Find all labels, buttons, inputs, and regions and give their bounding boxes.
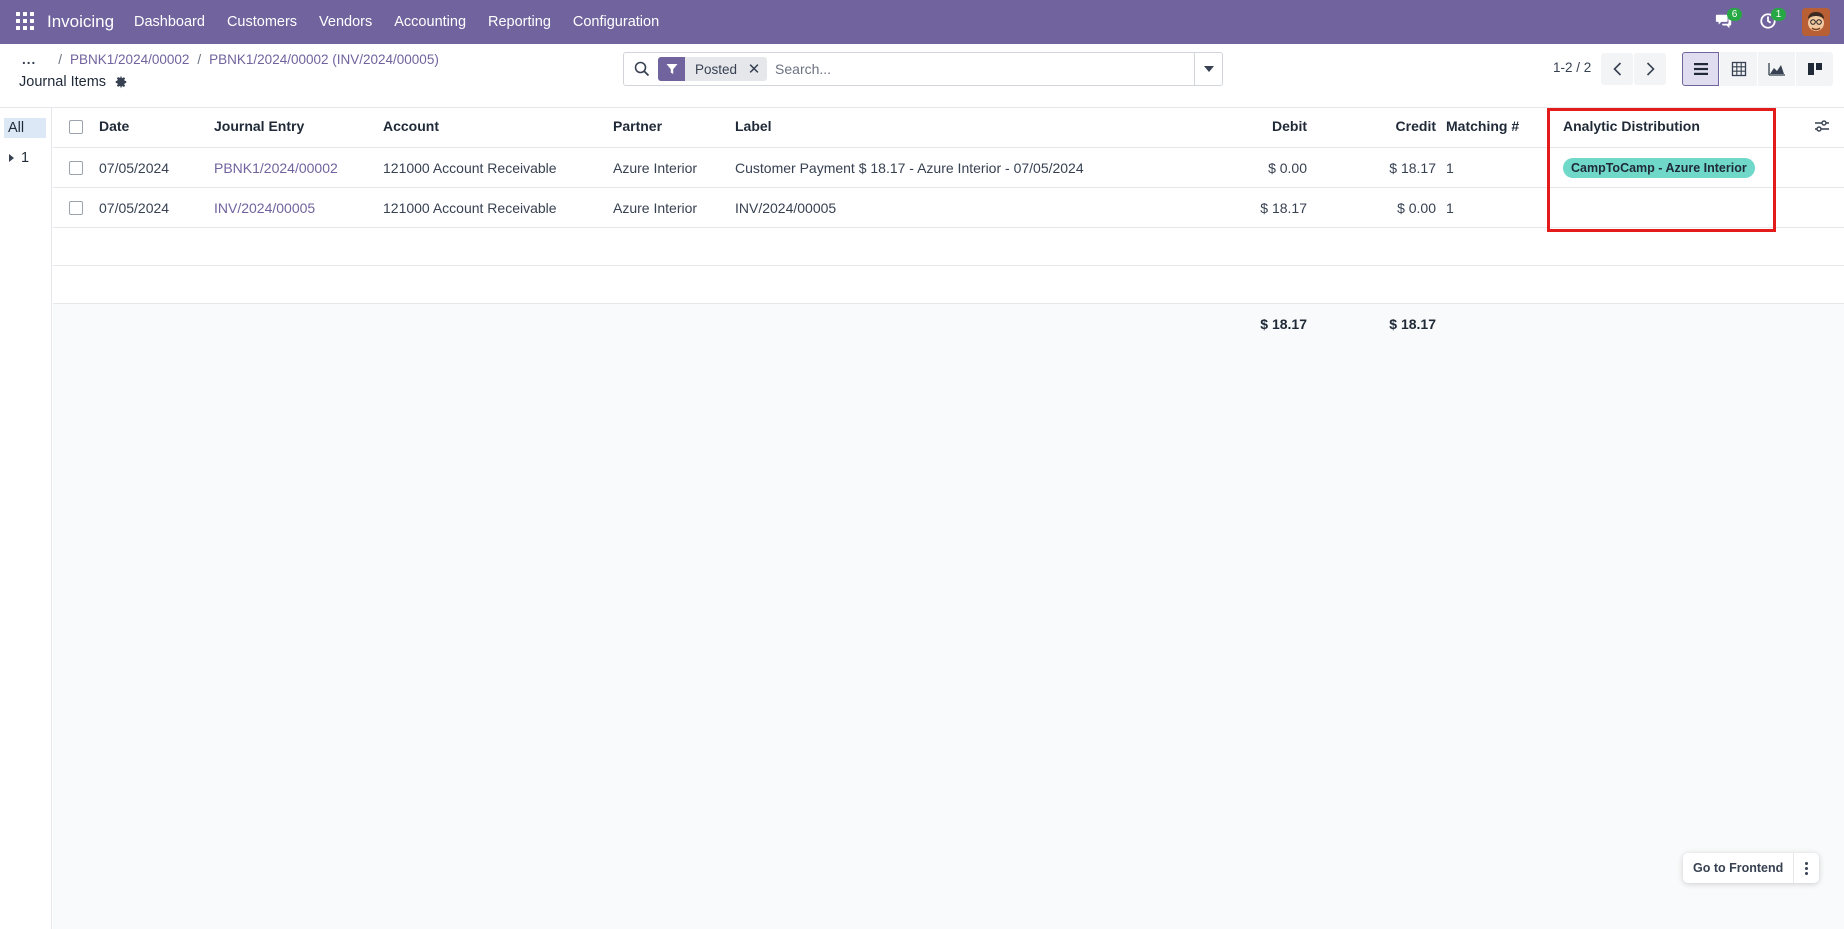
menu-item-accounting[interactable]: Accounting	[394, 14, 466, 30]
row-date: 07/05/2024	[99, 200, 170, 216]
activities-icon[interactable]: 1	[1759, 8, 1786, 32]
col-account-header[interactable]: Account	[383, 108, 439, 144]
kanban-view-button[interactable]	[1796, 52, 1833, 86]
analytic-distribution-tag[interactable]: CampToCamp - Azure Interior	[1563, 158, 1755, 178]
total-debit: $ 18.17	[1260, 316, 1307, 332]
area-chart-icon	[1767, 63, 1785, 76]
main-menu: Dashboard Customers Vendors Accounting R…	[134, 14, 681, 30]
row-journal-entry-link[interactable]: PBNK1/2024/00002	[214, 148, 338, 188]
menu-item-configuration[interactable]: Configuration	[573, 14, 659, 30]
go-to-frontend-widget: Go to Frontend	[1683, 853, 1820, 883]
kebab-menu-icon[interactable]	[1793, 853, 1819, 883]
breadcrumb-more[interactable]: ...	[22, 52, 36, 67]
breadcrumb-item-invoice[interactable]: PBNK1/2024/00002 (INV/2024/00005)	[209, 52, 439, 67]
row-credit: $ 18.17	[1389, 160, 1436, 176]
row-label: INV/2024/00005	[735, 200, 837, 216]
row-credit: $ 0.00	[1397, 200, 1436, 216]
side-panel-group-1[interactable]: 1	[9, 150, 29, 166]
kanban-icon	[1807, 63, 1822, 75]
pager-previous-button[interactable]	[1601, 53, 1633, 85]
pivot-view-button[interactable]	[1720, 52, 1757, 86]
row-date: 07/05/2024	[99, 160, 170, 176]
table-row[interactable]: 07/05/2024 INV/2024/00005 121000 Account…	[53, 188, 1844, 228]
menu-item-dashboard[interactable]: Dashboard	[134, 14, 205, 30]
graph-view-button[interactable]	[1758, 52, 1795, 86]
menu-item-vendors[interactable]: Vendors	[319, 14, 372, 30]
col-partner-header[interactable]: Partner	[613, 108, 662, 144]
search-bar: Posted ✕	[623, 52, 1223, 86]
col-date-header[interactable]: Date	[99, 108, 129, 144]
breadcrumb-item-payment[interactable]: PBNK1/2024/00002	[70, 52, 189, 67]
row-checkbox[interactable]	[69, 161, 83, 175]
journal-items-table: Date Journal Entry Account Partner Label…	[53, 108, 1844, 929]
row-account: 121000 Account Receivable	[383, 200, 557, 216]
top-navbar: Invoicing Dashboard Customers Vendors Ac…	[0, 0, 1844, 44]
col-journal-entry-header[interactable]: Journal Entry	[214, 108, 304, 144]
table-header: Date Journal Entry Account Partner Label…	[53, 108, 1844, 148]
menu-item-reporting[interactable]: Reporting	[488, 14, 551, 30]
row-debit: $ 18.17	[1260, 200, 1307, 216]
side-panel-group-label: 1	[21, 150, 30, 166]
facet-label: Posted	[695, 61, 738, 77]
column-options-icon[interactable]	[1814, 119, 1830, 133]
col-debit-header[interactable]: Debit	[1153, 108, 1307, 144]
side-panel-all[interactable]: All	[4, 118, 46, 138]
gear-icon[interactable]	[114, 75, 128, 89]
breadcrumb-separator: /	[58, 52, 63, 67]
pivot-table-icon	[1731, 61, 1746, 77]
list-icon	[1693, 63, 1708, 75]
table-footer-totals: $ 18.17 $ 18.17	[53, 304, 1844, 344]
pager-next-button[interactable]	[1634, 53, 1666, 85]
col-matching-header[interactable]: Matching #	[1446, 108, 1519, 144]
select-all-checkbox[interactable]	[69, 120, 83, 134]
list-view-button[interactable]	[1682, 52, 1719, 86]
search-facet-posted: Posted ✕	[658, 57, 768, 81]
chevron-left-icon	[1612, 62, 1621, 76]
row-journal-entry-link[interactable]: INV/2024/00005	[214, 188, 315, 228]
col-label-header[interactable]: Label	[735, 108, 772, 144]
breadcrumb: ... / PBNK1/2024/00002 / PBNK1/2024/0000…	[22, 52, 439, 67]
row-matching: 1	[1446, 160, 1454, 176]
col-analytic-header[interactable]: Analytic Distribution	[1563, 108, 1700, 144]
total-credit: $ 18.17	[1389, 316, 1436, 332]
search-options-toggle[interactable]	[1194, 53, 1222, 85]
row-checkbox[interactable]	[69, 201, 83, 215]
go-to-frontend-button[interactable]: Go to Frontend	[1683, 853, 1793, 883]
view-switcher	[1682, 52, 1834, 86]
caret-down-icon	[1203, 66, 1214, 72]
close-icon[interactable]: ✕	[745, 60, 763, 78]
search-icon[interactable]	[634, 61, 650, 77]
row-account: 121000 Account Receivable	[383, 160, 557, 176]
row-debit: $ 0.00	[1268, 160, 1307, 176]
filter-icon	[658, 57, 685, 81]
breadcrumb-separator: /	[197, 52, 202, 67]
user-avatar[interactable]	[1802, 8, 1830, 36]
row-partner: Azure Interior	[613, 200, 698, 216]
search-input[interactable]	[775, 54, 1194, 84]
chevron-right-icon	[1646, 62, 1655, 76]
app-brand[interactable]: Invoicing	[47, 12, 114, 32]
caret-right-icon	[9, 154, 14, 162]
table-row[interactable]: 07/05/2024 PBNK1/2024/00002 121000 Accou…	[53, 148, 1844, 188]
apps-menu-icon[interactable]	[16, 12, 34, 30]
empty-row	[53, 266, 1844, 304]
page-title: Journal Items	[19, 74, 128, 90]
messages-icon[interactable]: 6	[1715, 8, 1742, 32]
row-partner: Azure Interior	[613, 160, 698, 176]
row-label: Customer Payment $ 18.17 - Azure Interio…	[735, 160, 1084, 176]
menu-item-customers[interactable]: Customers	[227, 14, 297, 30]
groupby-side-panel: All 1	[0, 108, 52, 929]
activities-badge: 1	[1771, 8, 1786, 21]
page-title-text: Journal Items	[19, 74, 107, 90]
pager-value[interactable]: 1-2 / 2	[1553, 60, 1591, 75]
messages-badge: 6	[1727, 8, 1742, 21]
row-matching: 1	[1446, 200, 1454, 216]
col-credit-header[interactable]: Credit	[1313, 108, 1436, 144]
empty-row	[53, 228, 1844, 266]
